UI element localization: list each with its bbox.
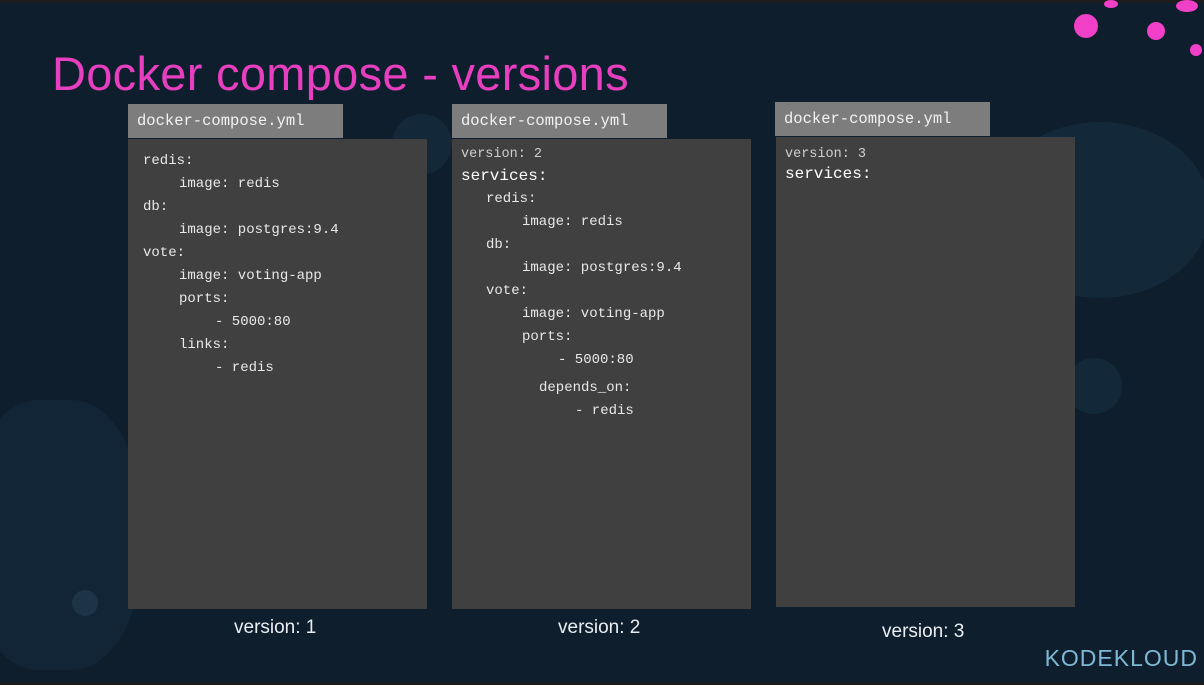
code-line: services: — [461, 167, 548, 185]
code-line: image: voting-app — [522, 306, 665, 322]
code-line: - redis — [575, 403, 634, 419]
code-line: - redis — [215, 360, 274, 376]
code-panel-v1: redis: image: redis db: image: postgres:… — [128, 139, 427, 609]
code-line: version: 3 — [785, 147, 867, 162]
file-tab-v2: docker-compose.yml — [452, 104, 667, 138]
code-panel-v3: version: 3 services: — [776, 137, 1075, 607]
code-line: image: postgres:9.4 — [522, 260, 682, 276]
bg-ship-shape — [0, 400, 140, 670]
version-caption-v2: version: 2 — [558, 617, 641, 638]
code-line: - 5000:80 — [558, 352, 634, 368]
bg-porthole — [72, 590, 98, 616]
code-line: links: — [179, 337, 230, 353]
code-panel-v2: version: 2 services: redis: image: redis… — [452, 139, 751, 609]
code-line: ports: — [179, 291, 230, 307]
accent-dot-1 — [1074, 14, 1098, 38]
version-caption-v3: version: 3 — [882, 621, 965, 642]
code-line: image: redis — [179, 176, 280, 192]
code-line: image: postgres:9.4 — [179, 222, 339, 238]
accent-dot-3 — [1147, 22, 1165, 40]
accent-dot-2 — [1104, 0, 1118, 8]
version-caption-v1: version: 1 — [234, 617, 317, 638]
accent-dot-5 — [1176, 0, 1198, 12]
code-line: db: — [143, 199, 169, 215]
file-tab-v1: docker-compose.yml — [128, 104, 343, 138]
top-edge — [0, 0, 1204, 3]
code-line: image: redis — [522, 214, 623, 230]
accent-dot-4 — [1190, 44, 1202, 56]
code-line: vote: — [486, 283, 529, 299]
code-line: version: 2 — [461, 147, 543, 162]
code-line: depends_on: — [539, 380, 632, 396]
file-tab-v3: docker-compose.yml — [775, 102, 990, 136]
code-line: - 5000:80 — [215, 314, 291, 330]
code-line: redis: — [143, 153, 194, 169]
code-line: vote: — [143, 245, 186, 261]
code-line: db: — [486, 237, 512, 253]
kodekloud-logo: KODEKLOUD — [1044, 645, 1198, 671]
code-line: redis: — [486, 191, 537, 207]
code-line: services: — [785, 165, 872, 183]
code-line: image: voting-app — [179, 268, 322, 284]
slide-title: Docker compose - versions — [52, 47, 629, 100]
code-line: ports: — [522, 329, 573, 345]
